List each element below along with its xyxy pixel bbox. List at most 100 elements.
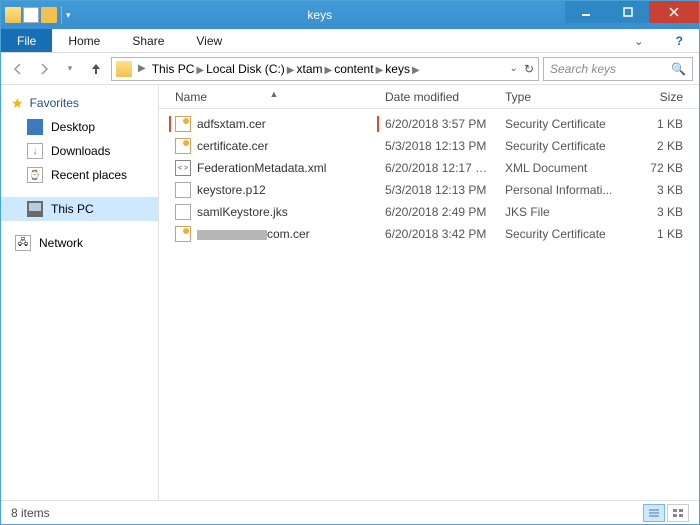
back-button[interactable] [7,58,29,80]
icons-view-button[interactable] [667,504,689,522]
file-icon [175,182,191,198]
sidebar-thispc-label: This PC [51,202,94,216]
star-icon: ★ [11,95,24,111]
maximize-button[interactable] [607,1,649,23]
file-icon [175,138,191,154]
qat-dropdown-icon[interactable]: ▾ [66,10,71,21]
ribbon-expand-icon[interactable]: ⌄ [618,29,660,52]
quick-access-properties-icon[interactable] [23,7,39,23]
sidebar-item-thispc[interactable]: This PC [1,197,158,221]
file-date: 6/20/2018 3:57 PM [379,117,499,131]
address-bar[interactable]: ▶ This PC▶Local Disk (C:)▶xtam▶content▶k… [111,57,539,81]
chevron-right-icon[interactable]: ▶ [323,65,335,76]
refresh-icon[interactable]: ↻ [524,62,534,76]
explorer-window: ▾ keys File Home Share View ⌄ ? ▾ ▶ This… [0,0,700,525]
sidebar: ★ Favorites Desktop Downloads Recent place… [1,85,159,500]
col-type[interactable]: Type [499,90,629,104]
search-placeholder: Search keys [550,62,616,76]
computer-icon [27,201,43,217]
file-row[interactable]: certificate.cer5/3/2018 12:13 PMSecurity… [169,135,689,157]
sidebar-item-label: Desktop [51,120,95,134]
help-icon[interactable]: ? [660,29,699,52]
file-size: 1 KB [629,227,689,241]
breadcrumb[interactable]: This PC▶Local Disk (C:)▶xtam▶content▶key… [152,62,422,76]
file-row[interactable]: adfsxtam.cer 6/20/2018 3:57 PMSecurity Ce… [169,113,689,135]
status-bar: 8 items [1,500,699,524]
sort-asc-icon: ▲ [270,89,279,99]
file-row[interactable]: samlKeystore.jks 6/20/2018 2:49 PMJKS Fil… [169,201,689,223]
forward-button[interactable] [33,58,55,80]
file-type: Personal Informati... [499,183,629,197]
chevron-right-icon[interactable]: ▶ [194,65,206,76]
minimize-button[interactable] [565,1,607,23]
col-date[interactable]: Date modified [379,90,499,104]
sidebar-item-label: Downloads [51,144,110,158]
window-title: keys [75,8,565,22]
file-name: samlKeystore.jks [197,205,288,219]
tab-view[interactable]: View [180,29,238,52]
file-icon [175,226,191,242]
chevron-right-icon[interactable]: ▶ [136,63,148,74]
search-icon[interactable]: 🔍 [671,62,686,76]
sidebar-item-network[interactable]: Network [1,231,158,255]
close-button[interactable] [649,1,699,23]
tab-home[interactable]: Home [52,29,116,52]
breadcrumb-segment[interactable]: keys [385,62,410,76]
sidebar-group-favorites[interactable]: ★ Favorites [1,91,158,115]
file-type: JKS File [499,205,629,219]
breadcrumb-segment[interactable]: xtam [296,62,322,76]
file-date: 6/20/2018 2:49 PM [379,205,499,219]
i-dl-icon [27,143,43,159]
sidebar-item-downloads[interactable]: Downloads [1,139,158,163]
item-count: 8 items [11,506,50,520]
file-icon [175,160,191,176]
i-desktop-icon [27,119,43,135]
breadcrumb-segment[interactable]: This PC [152,62,195,76]
details-view-button[interactable] [643,504,665,522]
redacted-filename [197,230,267,240]
file-date: 5/3/2018 12:13 PM [379,139,499,153]
file-name: adfsxtam.cer [197,117,266,131]
file-size: 2 KB [629,139,689,153]
file-name: certificate.cer [197,139,268,153]
tab-file[interactable]: File [1,29,52,52]
chevron-right-icon[interactable]: ▶ [374,65,386,76]
col-name[interactable]: ▲Name [169,90,379,104]
quick-access-newfolder-icon[interactable] [41,7,57,23]
sidebar-item-label: Recent places [51,168,127,182]
file-date: 5/3/2018 12:13 PM [379,183,499,197]
address-dropdown-icon[interactable]: ⌄ [510,63,518,74]
file-list: ▲Name Date modified Type Size adfsxtam.c… [159,85,699,500]
file-row[interactable]: FederationMetadata.xml6/20/2018 12:17 PM… [169,157,689,179]
file-size: 3 KB [629,183,689,197]
tab-share[interactable]: Share [116,29,180,52]
breadcrumb-segment[interactable]: content [334,62,373,76]
file-name: FederationMetadata.xml [197,161,326,175]
ribbon-tabs: File Home Share View ⌄ ? [1,29,699,53]
sidebar-item-recent[interactable]: Recent places [1,163,158,187]
search-input[interactable]: Search keys 🔍 [543,57,693,81]
column-headers: ▲Name Date modified Type Size [159,85,699,109]
file-row[interactable]: keystore.p12 5/3/2018 12:13 PMPersonal In… [169,179,689,201]
file-name: keystore.p12 [197,183,266,197]
titlebar: ▾ keys [1,1,699,29]
file-date: 6/20/2018 3:42 PM [379,227,499,241]
app-icon [5,7,21,23]
file-size: 1 KB [629,117,689,131]
recent-dropdown-icon[interactable]: ▾ [59,58,81,80]
sidebar-item-desktop[interactable]: Desktop [1,115,158,139]
file-type: XML Document [499,161,629,175]
network-icon [15,235,31,251]
file-icon [175,116,191,132]
file-row[interactable]: com.cer6/20/2018 3:42 PMSecurity Certifi… [169,223,689,245]
chevron-right-icon[interactable]: ▶ [410,65,422,76]
chevron-right-icon[interactable]: ▶ [285,65,297,76]
breadcrumb-segment[interactable]: Local Disk (C:) [206,62,285,76]
col-size[interactable]: Size [629,90,689,104]
file-size: 3 KB [629,205,689,219]
file-size: 72 KB [629,161,689,175]
file-name: com.cer [197,227,310,241]
sidebar-network-label: Network [39,236,83,250]
up-button[interactable] [85,58,107,80]
file-type: Security Certificate [499,117,629,131]
